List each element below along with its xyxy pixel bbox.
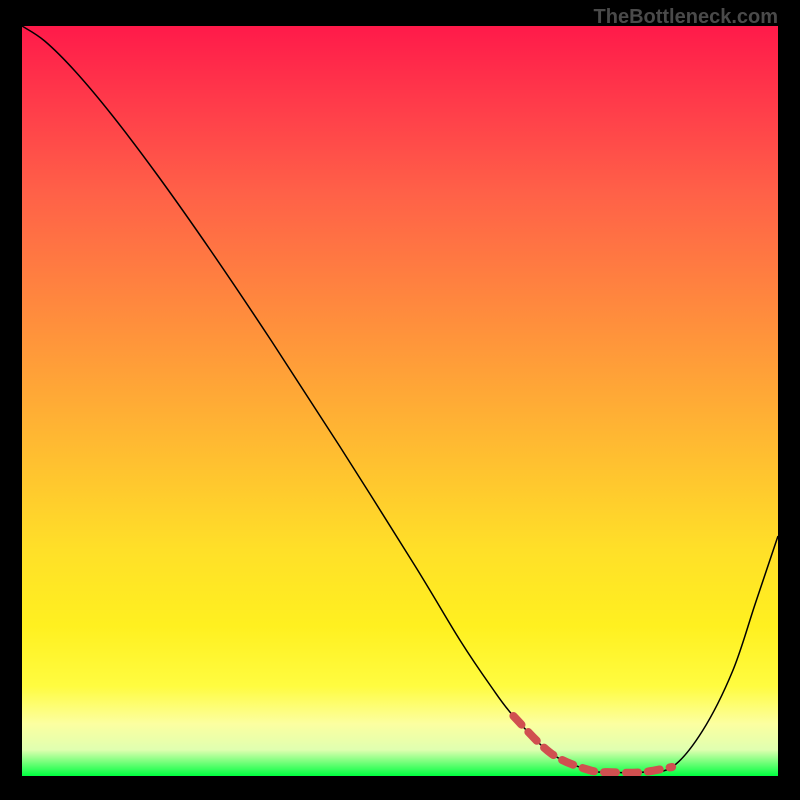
- curve-layer: [22, 26, 778, 776]
- watermark-text: TheBottleneck.com: [594, 6, 778, 29]
- highlight-layer: [22, 26, 778, 776]
- plot-area: [22, 26, 778, 776]
- chart-container: TheBottleneck.com: [0, 0, 800, 800]
- highlight-segment: [513, 716, 672, 773]
- bottleneck-curve: [22, 26, 778, 773]
